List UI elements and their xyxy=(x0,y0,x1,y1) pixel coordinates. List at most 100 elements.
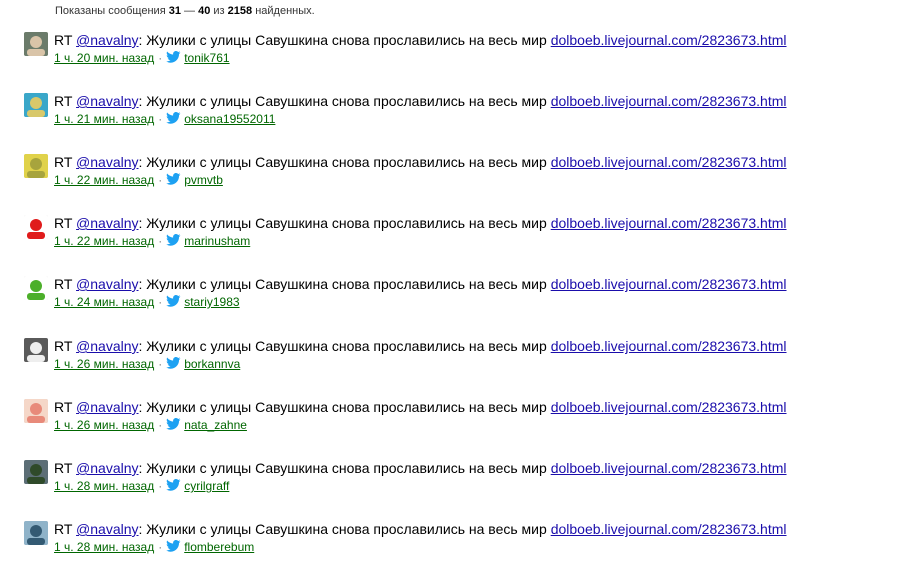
user-avatar[interactable] xyxy=(24,154,48,178)
username-link[interactable]: stariy1983 xyxy=(184,295,239,309)
user-avatar-frog-icon xyxy=(24,276,48,300)
tweet-url-link[interactable]: dolboeb.livejournal.com/2823673.html xyxy=(551,521,787,537)
separator-dot: · xyxy=(158,112,163,126)
mention-link[interactable]: @navalny xyxy=(76,338,138,354)
user-avatar[interactable] xyxy=(24,276,48,300)
user-avatar-beach-icon xyxy=(24,93,48,117)
tweet-item: RT @navalny: Жулики с улицы Савушкина сн… xyxy=(24,521,884,567)
tweet-text: RT @navalny: Жулики с улицы Савушкина сн… xyxy=(54,276,787,293)
user-avatar-heart-icon xyxy=(24,215,48,239)
timestamp-link[interactable]: 1 ч. 28 мин. назад xyxy=(54,540,154,554)
mention-link[interactable]: @navalny xyxy=(76,154,138,170)
user-avatar[interactable] xyxy=(24,399,48,423)
tweet-url-link[interactable]: dolboeb.livejournal.com/2823673.html xyxy=(551,32,787,48)
tweet-url-link[interactable]: dolboeb.livejournal.com/2823673.html xyxy=(551,338,787,354)
timestamp-link[interactable]: 1 ч. 24 мин. назад xyxy=(54,295,154,309)
tweet-url-link[interactable]: dolboeb.livejournal.com/2823673.html xyxy=(551,93,787,109)
user-avatar-landscape-icon xyxy=(24,460,48,484)
tweet-body: : Жулики с улицы Савушкина снова прослав… xyxy=(138,32,551,48)
tweet-text: RT @navalny: Жулики с улицы Савушкина сн… xyxy=(54,460,787,477)
mention-link[interactable]: @navalny xyxy=(76,521,138,537)
user-avatar[interactable] xyxy=(24,521,48,545)
username-link[interactable]: cyrilgraff xyxy=(184,479,229,493)
username-link[interactable]: borkannva xyxy=(184,357,240,371)
mention-link[interactable]: @navalny xyxy=(76,460,138,476)
tweet-text: RT @navalny: Жулики с улицы Савушкина сн… xyxy=(54,93,787,110)
mention-link[interactable]: @navalny xyxy=(76,32,138,48)
timestamp-link[interactable]: 1 ч. 26 мин. назад xyxy=(54,357,154,371)
tweet-body: : Жулики с улицы Савушкина снова прослав… xyxy=(138,460,551,476)
retweet-prefix: RT xyxy=(54,32,73,48)
tweet-url-link[interactable]: dolboeb.livejournal.com/2823673.html xyxy=(551,276,787,292)
tweet-body: : Жулики с улицы Савушкина снова прослав… xyxy=(138,93,551,109)
twitter-bird-icon xyxy=(166,51,181,63)
timestamp-link[interactable]: 1 ч. 26 мин. назад xyxy=(54,418,154,432)
separator-dot: · xyxy=(158,234,163,248)
tweet-meta: 1 ч. 26 мин. назад · borkannva xyxy=(54,357,240,372)
timestamp-link[interactable]: 1 ч. 21 мин. назад xyxy=(54,112,154,126)
user-avatar-man-icon xyxy=(24,32,48,56)
user-avatar[interactable] xyxy=(24,215,48,239)
username-link[interactable]: tonik761 xyxy=(184,51,229,65)
username-link[interactable]: pvmvtb xyxy=(184,173,223,187)
username-link[interactable]: oksana19552011 xyxy=(184,112,275,126)
twitter-bird-icon xyxy=(166,357,181,369)
retweet-prefix: RT xyxy=(54,154,73,170)
tweet-meta: 1 ч. 26 мин. назад · nata_zahne xyxy=(54,418,247,433)
tweet-item: RT @navalny: Жулики с улицы Савушкина сн… xyxy=(24,93,884,139)
tweet-feed: RT @navalny: Жулики с улицы Савушкина сн… xyxy=(0,0,900,569)
user-avatar-dog-icon xyxy=(24,338,48,362)
tweet-meta: 1 ч. 21 мин. назад · oksana19552011 xyxy=(54,112,275,127)
user-avatar[interactable] xyxy=(24,338,48,362)
tweet-text: RT @navalny: Жулики с улицы Савушкина сн… xyxy=(54,521,787,538)
tweet-item: RT @navalny: Жулики с улицы Савушкина сн… xyxy=(24,215,884,261)
tweet-meta: 1 ч. 24 мин. назад · stariy1983 xyxy=(54,295,240,310)
twitter-bird-icon xyxy=(166,112,181,124)
tweet-body: : Жулики с улицы Савушкина снова прослав… xyxy=(138,521,551,537)
tweet-url-link[interactable]: dolboeb.livejournal.com/2823673.html xyxy=(551,154,787,170)
tweet-text: RT @navalny: Жулики с улицы Савушкина сн… xyxy=(54,338,787,355)
username-link[interactable]: flomberebum xyxy=(184,540,254,554)
retweet-prefix: RT xyxy=(54,460,73,476)
tweet-text: RT @navalny: Жулики с улицы Савушкина сн… xyxy=(54,32,787,49)
tweet-text: RT @navalny: Жулики с улицы Савушкина сн… xyxy=(54,154,787,171)
username-link[interactable]: nata_zahne xyxy=(184,418,247,432)
retweet-prefix: RT xyxy=(54,93,73,109)
tweet-url-link[interactable]: dolboeb.livejournal.com/2823673.html xyxy=(551,460,787,476)
separator-dot: · xyxy=(158,295,163,309)
separator-dot: · xyxy=(158,357,163,371)
timestamp-link[interactable]: 1 ч. 22 мин. назад xyxy=(54,173,154,187)
user-avatar[interactable] xyxy=(24,32,48,56)
tweet-meta: 1 ч. 28 мин. назад · flomberebum xyxy=(54,540,254,555)
timestamp-link[interactable]: 1 ч. 22 мин. назад xyxy=(54,234,154,248)
mention-link[interactable]: @navalny xyxy=(76,93,138,109)
user-avatar-car-icon xyxy=(24,521,48,545)
tweet-body: : Жулики с улицы Савушкина снова прослав… xyxy=(138,154,551,170)
tweet-body: : Жулики с улицы Савушкина снова прослав… xyxy=(138,338,551,354)
timestamp-link[interactable]: 1 ч. 28 мин. назад xyxy=(54,479,154,493)
retweet-prefix: RT xyxy=(54,399,73,415)
separator-dot: · xyxy=(158,479,163,493)
twitter-bird-icon xyxy=(166,479,181,491)
tweet-url-link[interactable]: dolboeb.livejournal.com/2823673.html xyxy=(551,399,787,415)
tweet-item: RT @navalny: Жулики с улицы Савушкина сн… xyxy=(24,154,884,200)
user-avatar-girl-icon xyxy=(24,399,48,423)
twitter-bird-icon xyxy=(166,234,181,246)
twitter-bird-icon xyxy=(166,295,181,307)
twitter-bird-icon xyxy=(166,418,181,430)
tweet-text: RT @navalny: Жулики с улицы Савушкина сн… xyxy=(54,399,787,416)
separator-dot: · xyxy=(158,51,163,65)
tweet-body: : Жулики с улицы Савушкина снова прослав… xyxy=(138,399,551,415)
tweet-meta: 1 ч. 22 мин. назад · pvmvtb xyxy=(54,173,223,188)
mention-link[interactable]: @navalny xyxy=(76,399,138,415)
user-avatar[interactable] xyxy=(24,93,48,117)
twitter-bird-icon xyxy=(166,173,181,185)
username-link[interactable]: marinusham xyxy=(184,234,250,248)
user-avatar[interactable] xyxy=(24,460,48,484)
timestamp-link[interactable]: 1 ч. 20 мин. назад xyxy=(54,51,154,65)
tweet-url-link[interactable]: dolboeb.livejournal.com/2823673.html xyxy=(551,215,787,231)
mention-link[interactable]: @navalny xyxy=(76,215,138,231)
tweet-body: : Жулики с улицы Савушкина снова прослав… xyxy=(138,276,551,292)
tweet-meta: 1 ч. 20 мин. назад · tonik761 xyxy=(54,51,230,66)
mention-link[interactable]: @navalny xyxy=(76,276,138,292)
